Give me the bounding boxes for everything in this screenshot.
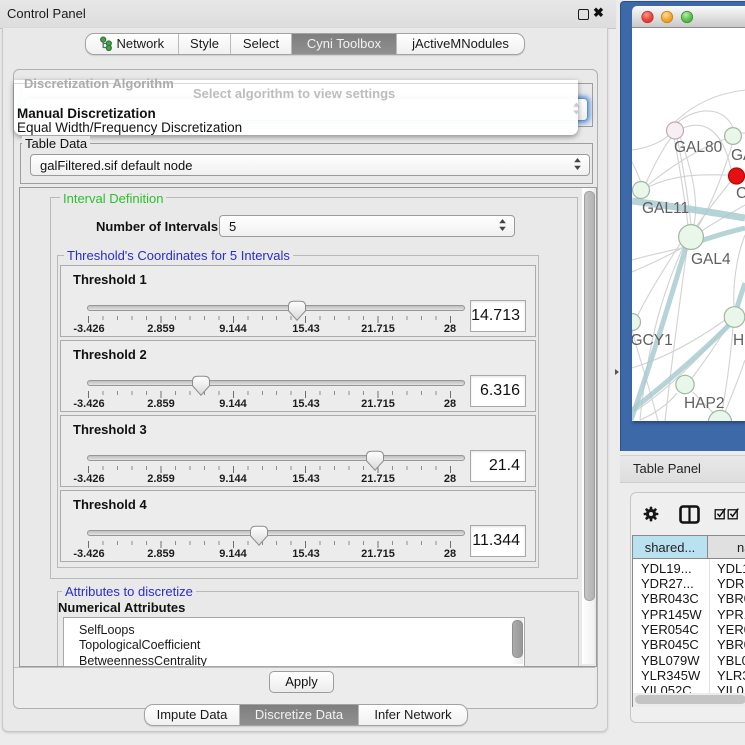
svg-text:GCY1: GCY1 [632, 332, 673, 349]
svg-text:C: C [736, 185, 745, 202]
svg-text:GAL11: GAL11 [642, 200, 689, 217]
svg-text:GA: GA [731, 147, 745, 164]
svg-text:GAL80: GAL80 [674, 139, 723, 156]
svg-text:H: H [733, 332, 744, 349]
svg-text:HAP2: HAP2 [684, 395, 725, 412]
svg-text:GAL4: GAL4 [691, 251, 731, 268]
